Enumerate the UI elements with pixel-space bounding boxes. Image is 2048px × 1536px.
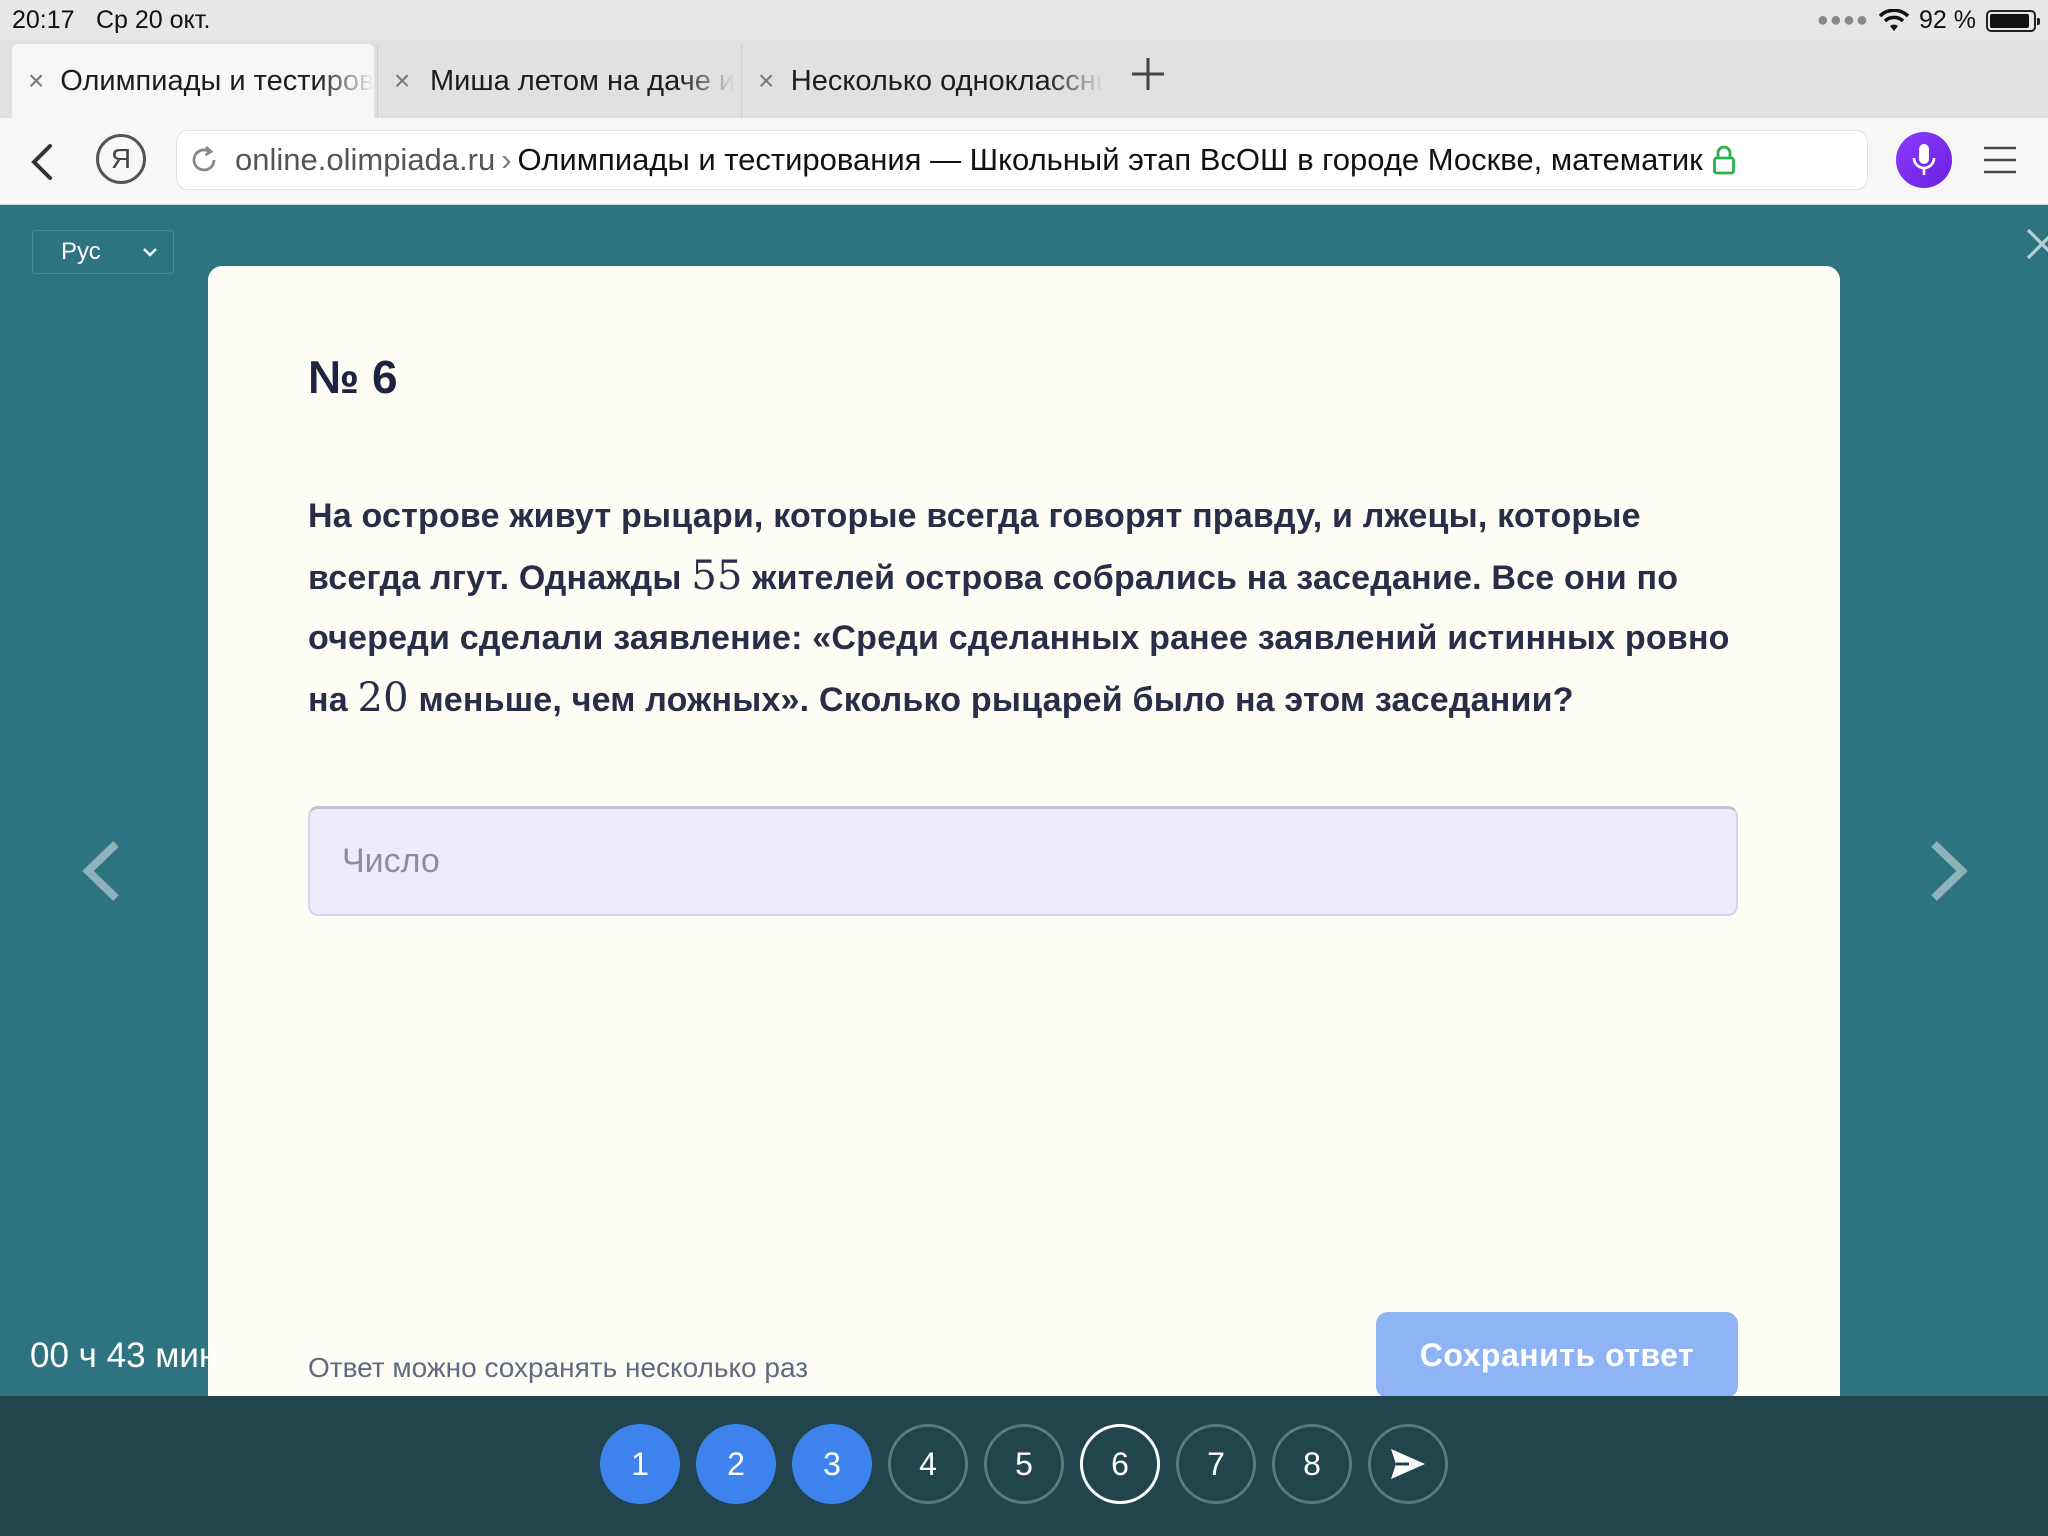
address-toolbar: Я online.olimpiada.ru › Олимпиады и тест… (0, 118, 2048, 205)
question-6-label: 6 (1111, 1445, 1129, 1482)
url-page-title: Олимпиады и тестирования — Школьный этап… (517, 142, 1703, 177)
tab-title: Несколько одноклассников (790, 64, 1103, 97)
question-3-button[interactable]: 3 (792, 1424, 872, 1504)
question-number: № 6 (308, 351, 398, 403)
close-tab-icon[interactable]: × (28, 67, 46, 95)
lock-icon (1712, 145, 1735, 175)
question-1-label: 1 (631, 1445, 649, 1482)
reload-icon[interactable] (189, 145, 219, 175)
status-time: 20:17 (12, 6, 75, 34)
question-3-label: 3 (823, 1445, 841, 1482)
question-card: № 6 На острове живут рыцари, которые все… (208, 266, 1840, 1398)
url-separator: › (501, 142, 512, 177)
question-5-button[interactable]: 5 (984, 1424, 1064, 1504)
next-question-arrow-icon[interactable] (1926, 838, 1972, 904)
question-pager: 1 2 3 4 5 6 7 8 (600, 1424, 1448, 1504)
question-4-label: 4 (919, 1445, 937, 1482)
back-arrow-icon[interactable] (26, 142, 56, 182)
close-icon[interactable] (2024, 226, 2048, 262)
question-4-button[interactable]: 4 (888, 1424, 968, 1504)
question-8-button[interactable]: 8 (1272, 1424, 1352, 1504)
question-number-55: 55 (691, 553, 743, 599)
battery-fill (1990, 13, 2029, 28)
language-label: Рус (61, 238, 101, 265)
close-tab-icon[interactable]: × (758, 67, 777, 95)
answer-input[interactable] (308, 806, 1738, 916)
question-7-label: 7 (1207, 1445, 1225, 1482)
close-tab-icon[interactable]: × (394, 67, 416, 95)
browser-tab-1[interactable]: × Олимпиады и тестирования (12, 44, 374, 118)
yandex-logo-icon: Я (110, 143, 132, 174)
hamburger-menu-icon[interactable] (1982, 144, 2018, 176)
submit-answers-button[interactable] (1368, 1424, 1448, 1504)
yandex-button[interactable]: Я (96, 134, 146, 184)
question-5-label: 5 (1015, 1445, 1033, 1482)
status-date: Ср 20 окт. (96, 6, 211, 34)
question-2-button[interactable]: 2 (696, 1424, 776, 1504)
language-select[interactable]: Рус (32, 230, 174, 274)
save-hint: Ответ можно сохранять несколько раз (308, 1352, 809, 1383)
save-answer-button[interactable]: Сохранить ответ (1376, 1312, 1738, 1398)
question-7-button[interactable]: 7 (1176, 1424, 1256, 1504)
chevron-down-icon (143, 248, 157, 257)
cellular-icon: ●●●● (1816, 9, 1870, 31)
url-domain: online.olimpiada.ru (235, 142, 496, 177)
new-tab-plus-icon[interactable] (1128, 54, 1168, 94)
wifi-icon (1879, 8, 1910, 31)
tab-title: Олимпиады и тестирования (60, 64, 374, 97)
battery-percent: 92 % (1919, 6, 1976, 34)
question-8-label: 8 (1303, 1445, 1321, 1482)
battery-icon (1986, 9, 2040, 32)
status-bar: 20:17 Ср 20 окт. ●●●● 92 % (0, 0, 2048, 40)
microphone-icon (1912, 144, 1936, 175)
voice-search-button[interactable] (1896, 132, 1952, 188)
question-number-20: 20 (357, 675, 409, 721)
send-icon (1391, 1449, 1425, 1479)
previous-question-arrow-icon[interactable] (78, 838, 124, 904)
question-text-part: меньше, чем ложных». Сколько рыцарей был… (408, 681, 1574, 719)
browser-tab-2[interactable]: × Миша летом на даче и (377, 44, 739, 118)
browser-tab-3[interactable]: × Несколько одноклассников (741, 44, 1103, 118)
question-text: На острове живут рыцари, которые всегда … (308, 486, 1738, 730)
question-6-button[interactable]: 6 (1080, 1424, 1160, 1504)
status-right: ●●●● 92 % (1816, 6, 2040, 35)
question-2-label: 2 (727, 1445, 745, 1482)
time-remaining: 00 ч 43 мин (30, 1336, 219, 1375)
tab-bar: × Олимпиады и тестирования × Миша летом … (0, 40, 2048, 118)
question-navigation-bar: 1 2 3 4 5 6 7 8 (0, 1396, 2048, 1536)
tab-title: Миша летом на даче и (430, 64, 736, 97)
address-bar[interactable]: online.olimpiada.ru › Олимпиады и тестир… (176, 130, 1868, 190)
question-1-button[interactable]: 1 (600, 1424, 680, 1504)
